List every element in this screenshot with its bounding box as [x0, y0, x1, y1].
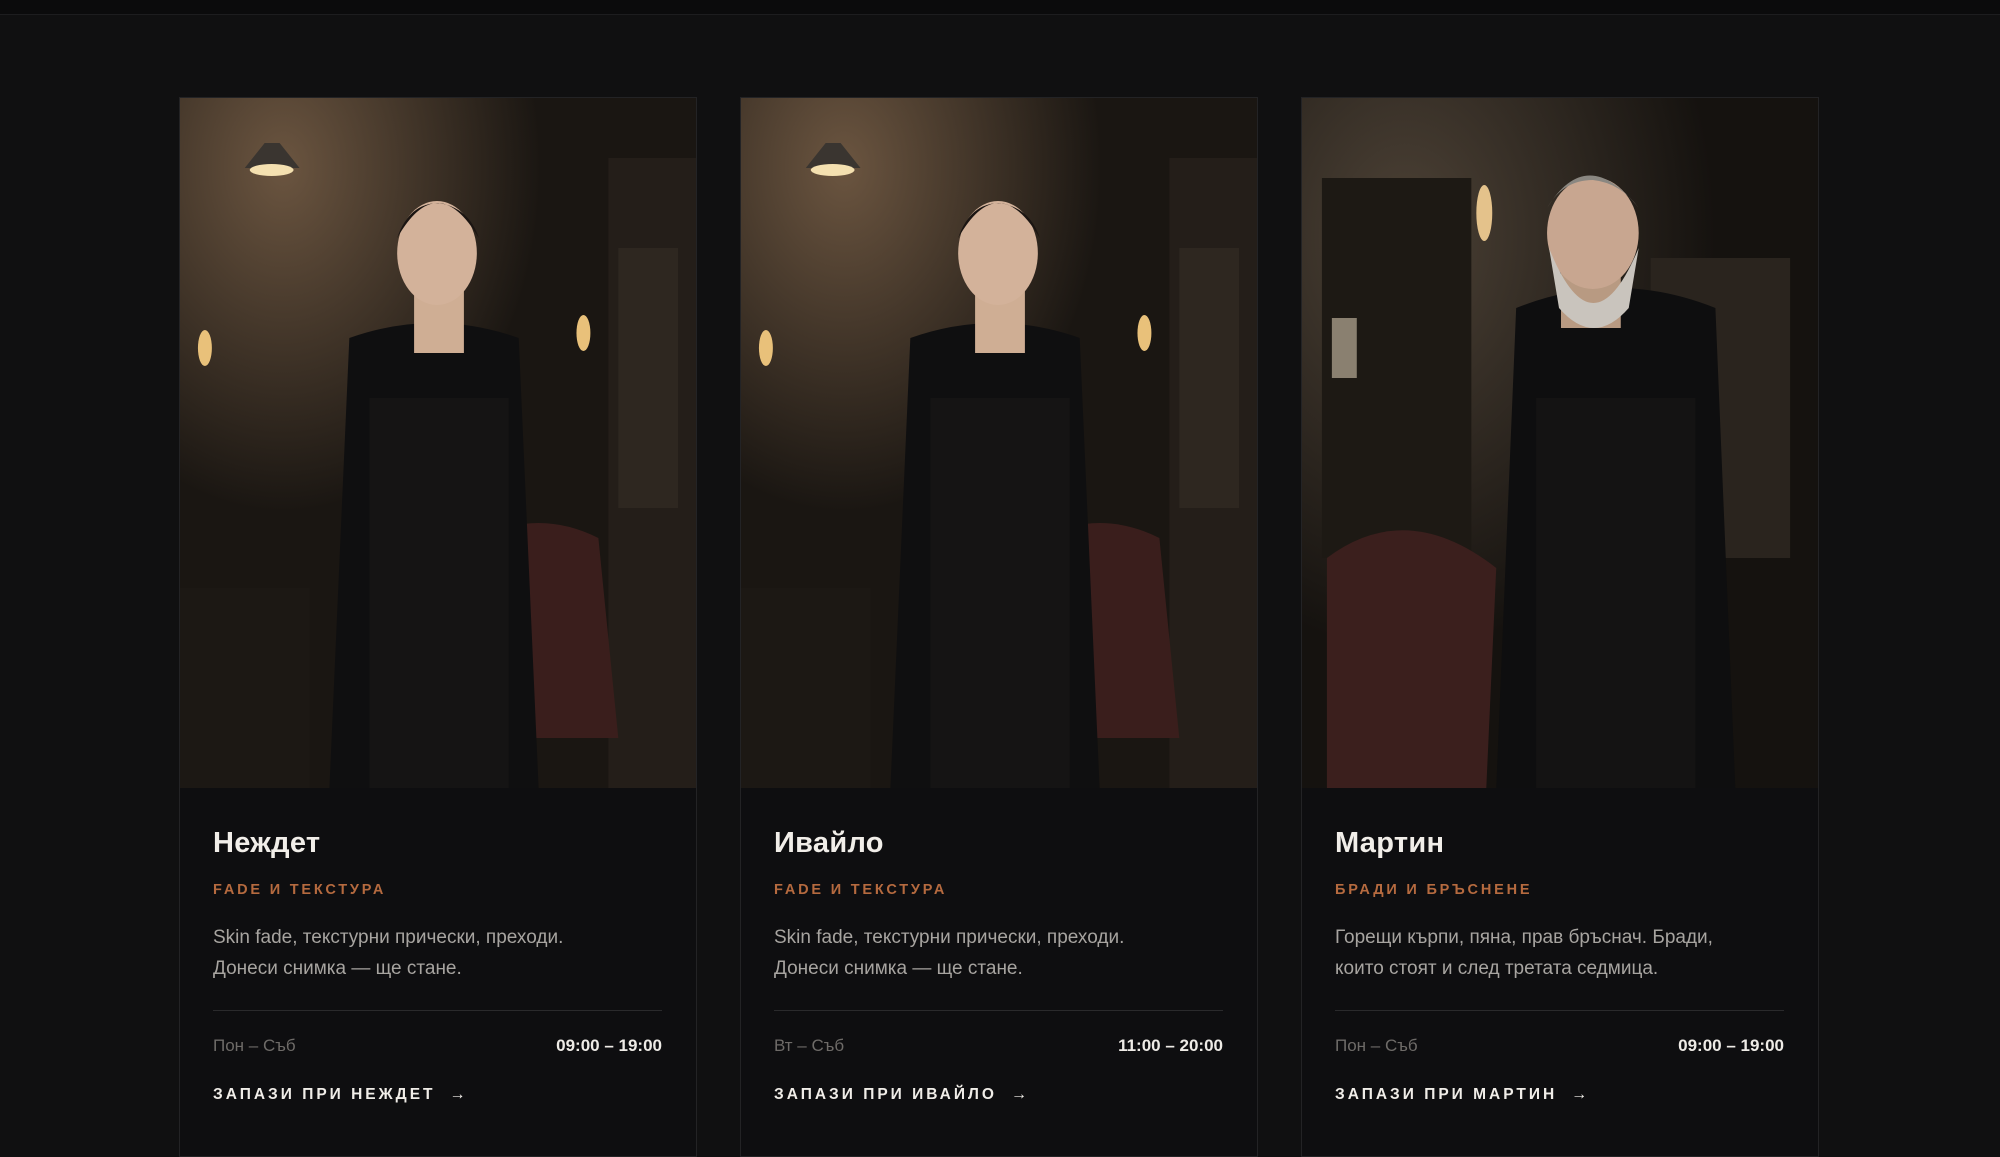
book-button-label: ЗАПАЗИ ПРИ МАРТИН: [1335, 1086, 1558, 1103]
working-time: 11:00 – 20:00: [1118, 1036, 1223, 1055]
description-line: Донеси снимка — ще стане.: [213, 958, 462, 979]
description-line: които стоят и след третата седмица.: [1335, 958, 1659, 979]
barber-name: Мартин: [1335, 827, 1445, 859]
barber-name: Неждет: [213, 827, 321, 859]
barber-description: Горещи кърпи, пяна, прав бръснач. Бради,…: [1335, 922, 1784, 984]
barber-description: Skin fade, текстурни прически, преходи. …: [213, 922, 662, 984]
working-days: Пон – Съб: [1335, 1036, 1418, 1055]
book-martin-button[interactable]: ЗАПАЗИ ПРИ МАРТИН →: [1335, 1086, 1587, 1104]
barber-photo: [180, 98, 696, 788]
description-line: Горещи кърпи, пяна, прав бръснач. Бради,: [1335, 927, 1713, 948]
working-hours: Вт – Съб 11:00 – 20:00: [774, 1036, 1223, 1056]
arrow-right-icon: →: [1571, 1086, 1588, 1103]
book-button-label: ЗАПАЗИ ПРИ НЕЖДЕТ: [213, 1086, 436, 1103]
working-hours: Пон – Съб 09:00 – 19:00: [213, 1036, 662, 1056]
barber-name: Ивайло: [774, 827, 884, 859]
arrow-right-icon: →: [449, 1086, 466, 1103]
working-hours: Пон – Съб 09:00 – 19:00: [1335, 1036, 1784, 1056]
barber-team-grid: Неждет FADE И ТЕКСТУРА Skin fade, тексту…: [179, 97, 1819, 1157]
barber-card-nezhdet: Неждет FADE И ТЕКСТУРА Skin fade, тексту…: [179, 97, 697, 1157]
barber-card-martin: Мартин БРАДИ И БРЪСНЕНЕ Горещи кърпи, пя…: [1301, 97, 1819, 1157]
working-time: 09:00 – 19:00: [556, 1036, 662, 1055]
working-days: Вт – Съб: [774, 1036, 845, 1055]
barber-specialty: БРАДИ И БРЪСНЕНЕ: [1335, 882, 1533, 898]
description-line: Донеси снимка — ще стане.: [774, 958, 1023, 979]
barber-specialty: FADE И ТЕКСТУРА: [774, 882, 948, 898]
book-button-label: ЗАПАЗИ ПРИ ИВАЙЛО: [774, 1086, 997, 1103]
barber-card-ivaylo: Ивайло FADE И ТЕКСТУРА Skin fade, тексту…: [740, 97, 1258, 1157]
barber-specialty: FADE И ТЕКСТУРА: [213, 882, 387, 898]
divider: [213, 1010, 662, 1011]
working-days: Пон – Съб: [213, 1036, 296, 1055]
arrow-right-icon: →: [1010, 1086, 1027, 1103]
book-ivaylo-button[interactable]: ЗАПАЗИ ПРИ ИВАЙЛО →: [774, 1086, 1027, 1104]
divider: [1335, 1010, 1784, 1011]
working-time: 09:00 – 19:00: [1678, 1036, 1784, 1055]
description-line: Skin fade, текстурни прически, преходи.: [774, 927, 1125, 948]
top-bar: [0, 0, 2000, 15]
barber-description: Skin fade, текстурни прически, преходи. …: [774, 922, 1223, 984]
barber-photo: [1302, 98, 1818, 788]
book-nezhdet-button[interactable]: ЗАПАЗИ ПРИ НЕЖДЕТ →: [213, 1086, 466, 1104]
divider: [774, 1010, 1223, 1011]
description-line: Skin fade, текстурни прически, преходи.: [213, 927, 564, 948]
barber-photo: [741, 98, 1257, 788]
